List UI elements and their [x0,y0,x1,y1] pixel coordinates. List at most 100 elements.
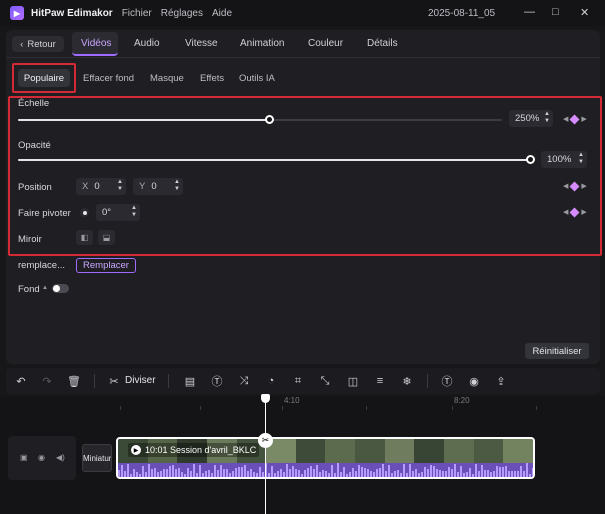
redo-icon[interactable]: ↷ [40,374,54,388]
waveform-bar [232,470,234,477]
tab-speed[interactable]: Vitesse [185,38,218,49]
waveform-bar [121,464,123,477]
mirror-icon[interactable]: ◫ [346,374,360,388]
menu-settings[interactable]: Réglages [161,8,203,19]
flip-horizontal-icon[interactable]: ◧ [76,230,93,245]
waveform-bar [430,465,432,477]
subtab-ai-tools[interactable]: Outils IA [239,73,275,84]
ruler-tick [536,406,537,410]
rotate-value-field[interactable]: 0° ▲ ▼ [96,204,140,221]
opacity-value-field[interactable]: 100% ▲ ▼ [541,151,587,168]
waveform-bar [478,471,480,477]
scale-slider-knob[interactable] [264,115,274,124]
stepper-icon[interactable]: ▲ ▼ [174,179,180,193]
video-clip[interactable]: ▶ 10:01 Session d'avril_BKLC [116,437,535,479]
keyframe-icon[interactable] [569,114,580,124]
volume-icon[interactable]: ◀) [56,453,65,462]
waveform-bar [364,467,366,477]
speed-icon[interactable]: ◔ [264,374,278,388]
keyframe-icon[interactable] [569,181,580,191]
text-box-icon[interactable]: Ⓣ [440,374,454,388]
reset-button[interactable]: Réinitialiser [525,343,589,359]
track-lock-icon[interactable]: ▣ [20,453,28,462]
subtitle-icon[interactable]: ▤ [183,374,197,388]
prev-keyframe-icon[interactable]: ◀ [563,182,568,190]
stepper-icon[interactable]: ▲ ▼ [578,152,584,166]
subtab-mask[interactable]: Masque [150,73,184,84]
delete-icon[interactable]: 🗑 [67,374,81,388]
subtab-remove-bg[interactable]: Effacer fond [83,73,134,84]
align-icon[interactable]: ≡ [373,374,387,388]
undo-icon[interactable]: ↶ [14,374,28,388]
waveform-bar [370,471,372,477]
eye-icon[interactable]: ◉ [38,453,45,462]
position-keyframe[interactable]: ◀ ▶ [563,181,587,191]
cut-icon[interactable]: ⤨ [237,374,251,388]
waveform-bar [448,467,450,477]
scale-value-field[interactable]: 250% ▲ ▼ [509,110,553,127]
next-keyframe-icon[interactable]: ▶ [581,115,586,123]
flip-vertical-icon[interactable]: ⬓ [98,230,115,245]
background-toggle[interactable] [52,284,69,293]
tab-videos[interactable]: Vidéos [81,38,111,49]
keyframe-icon[interactable] [569,207,580,217]
stepper-icon[interactable]: ▲ ▼ [544,111,550,125]
stepper-icon[interactable]: ▲ ▼ [117,179,123,193]
tab-color[interactable]: Couleur [308,38,343,49]
scale-keyframe[interactable]: ◀ ▶ [563,114,587,124]
next-keyframe-icon[interactable]: ▶ [581,208,586,216]
play-icon: ▶ [131,445,141,455]
next-keyframe-icon[interactable]: ▶ [581,182,586,190]
menu-file[interactable]: Fichier [122,8,152,19]
waveform-bar [433,466,435,477]
menu-help[interactable]: Aide [212,8,232,19]
close-button[interactable]: ✕ [580,6,589,19]
app-name: HitPaw Edimakor [31,7,113,19]
waveform-bar [283,472,285,477]
opacity-slider-knob[interactable] [526,155,535,164]
replace-button[interactable]: Remplacer [76,258,136,273]
rotate-keyframe[interactable]: ◀ ▶ [563,207,587,217]
subtab-effects[interactable]: Effets [200,73,224,84]
prev-keyframe-icon[interactable]: ◀ [563,208,568,216]
thumbnail-label: Miniatur [83,453,112,463]
waveform-bar [322,470,324,477]
scale-slider[interactable] [18,115,502,124]
tab-details[interactable]: Détails [367,38,398,49]
split-scissors-icon[interactable]: ✂ [258,433,273,448]
position-y-value: 0 [151,181,157,192]
ruler-time-label: 8:20 [454,396,470,405]
playhead-handle[interactable] [261,394,270,403]
prev-keyframe-icon[interactable]: ◀ [563,115,568,123]
position-x-field[interactable]: X 0 ▲ ▼ [76,178,126,195]
tab-animation[interactable]: Animation [240,38,284,49]
opacity-slider[interactable] [18,155,535,164]
position-y-field[interactable]: Y 0 ▲ ▼ [133,178,183,195]
maximize-button[interactable]: □ [552,6,559,18]
waveform-bar [529,473,531,477]
crop-icon[interactable]: ⌗ [291,374,305,388]
playhead[interactable] [265,398,266,514]
back-button[interactable]: ‹ Retour [12,36,64,52]
ruler-tick [200,406,201,410]
avatar-icon[interactable]: ◉ [467,374,481,388]
transform-icon[interactable]: ⤡ [318,374,332,388]
back-label: Retour [27,38,56,50]
waveform-bar [505,466,507,477]
minimize-button[interactable]: — [524,6,535,18]
split-button-label[interactable]: Diviser [125,375,156,386]
thumbnail-box[interactable]: Miniatur [82,444,112,472]
waveform-bar [298,470,300,477]
waveform-bar [334,473,336,477]
waveform-bar [301,473,303,477]
export-icon[interactable]: ⇪ [494,374,508,388]
waveform-bar [460,466,462,477]
text-icon[interactable]: Ⓣ [210,374,224,388]
freeze-icon[interactable]: ❄ [400,374,414,388]
tab-audio[interactable]: Audio [134,38,160,49]
scissors-icon[interactable]: ✂ [107,374,121,388]
caret-up-icon: ▲ [42,285,48,291]
stepper-icon[interactable]: ▲ ▼ [131,205,137,219]
ruler-time-label: 4:10 [284,396,300,405]
rotate-dial-icon[interactable] [80,208,89,217]
